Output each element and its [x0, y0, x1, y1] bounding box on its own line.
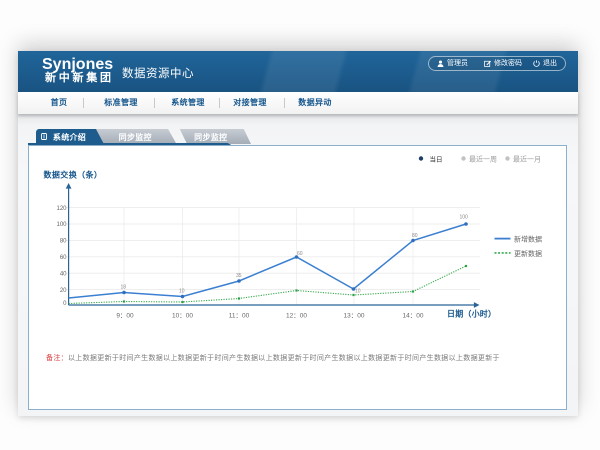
svg-text:12：00: 12：00 — [286, 313, 307, 320]
svg-text:35: 35 — [236, 273, 242, 279]
svg-text:数据交换（条）: 数据交换（条） — [44, 170, 103, 180]
svg-text:11：00: 11：00 — [229, 313, 250, 320]
svg-text:40: 40 — [60, 271, 67, 277]
svg-text:10: 10 — [355, 288, 361, 294]
svg-text:80: 80 — [60, 239, 67, 245]
svg-text:18: 18 — [121, 285, 127, 291]
svg-text:新增数据: 新增数据 — [514, 234, 542, 243]
svg-text:更新数据: 更新数据 — [514, 249, 542, 258]
svg-text:日期（小时）: 日期（小时） — [447, 309, 496, 319]
svg-text:13：00: 13：00 — [344, 313, 365, 320]
svg-text:最近一周: 最近一周 — [469, 155, 497, 164]
svg-text:60: 60 — [297, 251, 303, 257]
svg-text:9：00: 9：00 — [116, 313, 134, 320]
svg-text:60: 60 — [60, 255, 67, 261]
svg-text:最近一月: 最近一月 — [513, 155, 541, 164]
svg-text:100: 100 — [460, 214, 469, 220]
svg-text:14：00: 14：00 — [403, 313, 424, 320]
svg-text:0: 0 — [63, 301, 67, 307]
svg-text:20: 20 — [60, 288, 67, 294]
svg-text:10: 10 — [179, 289, 185, 295]
svg-text:10：00: 10：00 — [172, 313, 193, 320]
svg-text:100: 100 — [56, 222, 67, 228]
svg-text:当日: 当日 — [430, 155, 443, 164]
svg-text:120: 120 — [56, 206, 67, 212]
svg-text:80: 80 — [412, 233, 418, 239]
